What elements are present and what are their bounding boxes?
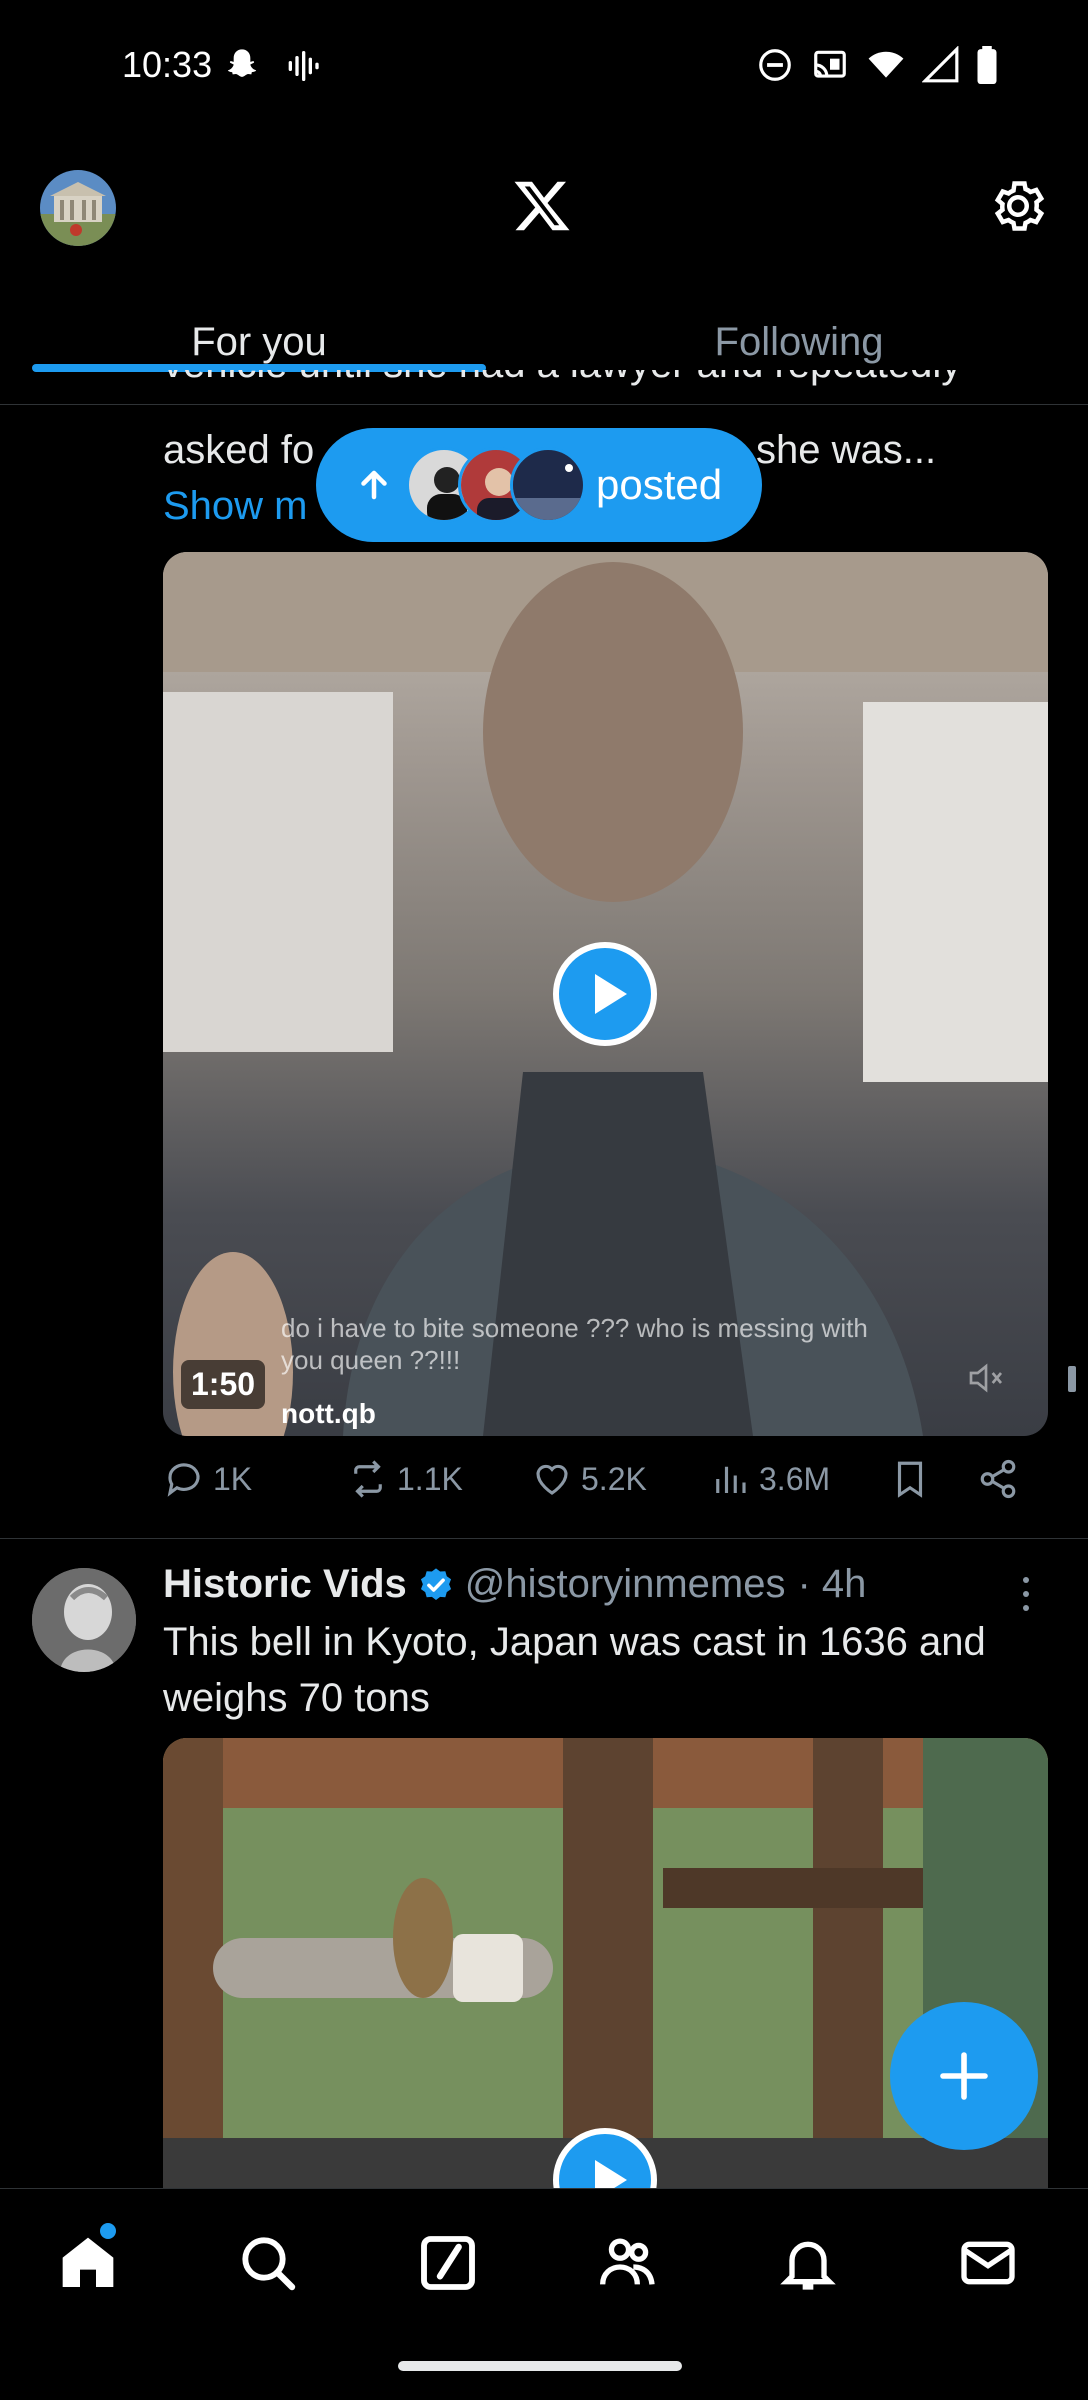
tweet-text-partial: vehicle until she had a lawyer and repea… <box>163 370 1043 420</box>
play-icon <box>595 2160 627 2188</box>
repost-icon <box>354 1460 382 1498</box>
status-bar: 10:33 <box>0 0 1088 140</box>
reply-button[interactable]: 1K <box>163 1458 252 1500</box>
search-icon[interactable] <box>236 2231 300 2295</box>
home-notification-dot <box>100 2223 116 2239</box>
play-button[interactable] <box>553 942 657 1046</box>
repost-button[interactable]: 1.1K <box>347 1458 463 1500</box>
new-posts-label: posted <box>596 461 723 508</box>
bookmark-icon <box>897 1461 923 1498</box>
video-username: nott.qb <box>281 1398 376 1429</box>
verified-badge-icon <box>420 1567 451 1600</box>
plus-icon <box>940 2052 988 2100</box>
cast-icon <box>814 50 846 78</box>
reply-count: 1K <box>213 1460 253 1497</box>
tweet-video[interactable]: do i have to bite someone ??? who is mes… <box>163 552 1048 1436</box>
play-icon <box>595 974 627 1014</box>
dnd-icon <box>759 49 791 81</box>
views-chart-icon <box>716 1466 746 1493</box>
compose-fab-button[interactable] <box>890 2002 1038 2150</box>
bell-icon[interactable] <box>776 2231 840 2295</box>
more-options-icon[interactable] <box>1018 1576 1034 1612</box>
like-count: 5.2K <box>581 1460 647 1497</box>
mute-icon[interactable] <box>966 1358 1006 1398</box>
share-button[interactable] <box>977 1458 1019 1500</box>
divider <box>0 1538 1088 1539</box>
play-button[interactable] <box>553 2128 657 2188</box>
tweet-text: she was... <box>756 428 937 472</box>
header: For you Following <box>0 140 1088 405</box>
repost-count: 1.1K <box>397 1460 463 1497</box>
video-caption: do i have to bite someone ??? who is mes… <box>281 1313 868 1375</box>
view-count: 3.6M <box>759 1460 831 1497</box>
author-avatar[interactable] <box>32 1568 136 1672</box>
voice-icon <box>288 51 319 82</box>
home-icon[interactable] <box>56 2231 120 2295</box>
new-posts-pill[interactable]: posted <box>316 428 762 542</box>
tweet-text: asked fo <box>163 428 315 472</box>
tweet-actions: 1K 1.1K 5.2K 3.6M <box>163 1458 1048 1518</box>
share-icon <box>980 1459 1016 1499</box>
communities-icon[interactable] <box>596 2231 660 2295</box>
heart-icon <box>536 1464 568 1495</box>
x-logo-icon[interactable] <box>512 176 572 236</box>
status-time: 10:33 <box>122 44 213 85</box>
video-duration: 1:50 <box>181 1360 266 1409</box>
author-handle[interactable]: @historyinmemes <box>465 1562 786 1607</box>
scrollbar[interactable] <box>1068 1366 1076 1392</box>
gesture-bar[interactable] <box>398 2361 682 2371</box>
views-button[interactable]: 3.6M <box>709 1458 830 1500</box>
profile-avatar[interactable] <box>40 170 116 246</box>
like-button[interactable]: 5.2K <box>531 1458 647 1500</box>
battery-icon <box>977 46 997 84</box>
bottom-nav <box>0 2188 1088 2400</box>
arrow-up-icon <box>361 470 387 500</box>
tweet-header: Historic Vids @historyinmemes · 4h <box>163 1562 866 1607</box>
reply-icon <box>167 1463 200 1497</box>
wifi-icon <box>868 51 904 78</box>
signal-icon <box>922 46 959 83</box>
snapchat-icon <box>227 49 257 77</box>
avatar <box>510 447 586 523</box>
bookmark-button[interactable] <box>889 1458 931 1500</box>
mail-icon[interactable] <box>956 2231 1020 2295</box>
tweet-text: This bell in Kyoto, Japan was cast in 16… <box>163 1620 986 1720</box>
author-name[interactable]: Historic Vids <box>163 1562 407 1607</box>
grok-icon[interactable] <box>416 2231 480 2295</box>
tweet-time: · 4h <box>797 1562 867 1606</box>
show-more-link[interactable]: Show m <box>163 484 308 529</box>
settings-gear-icon[interactable] <box>988 176 1048 236</box>
